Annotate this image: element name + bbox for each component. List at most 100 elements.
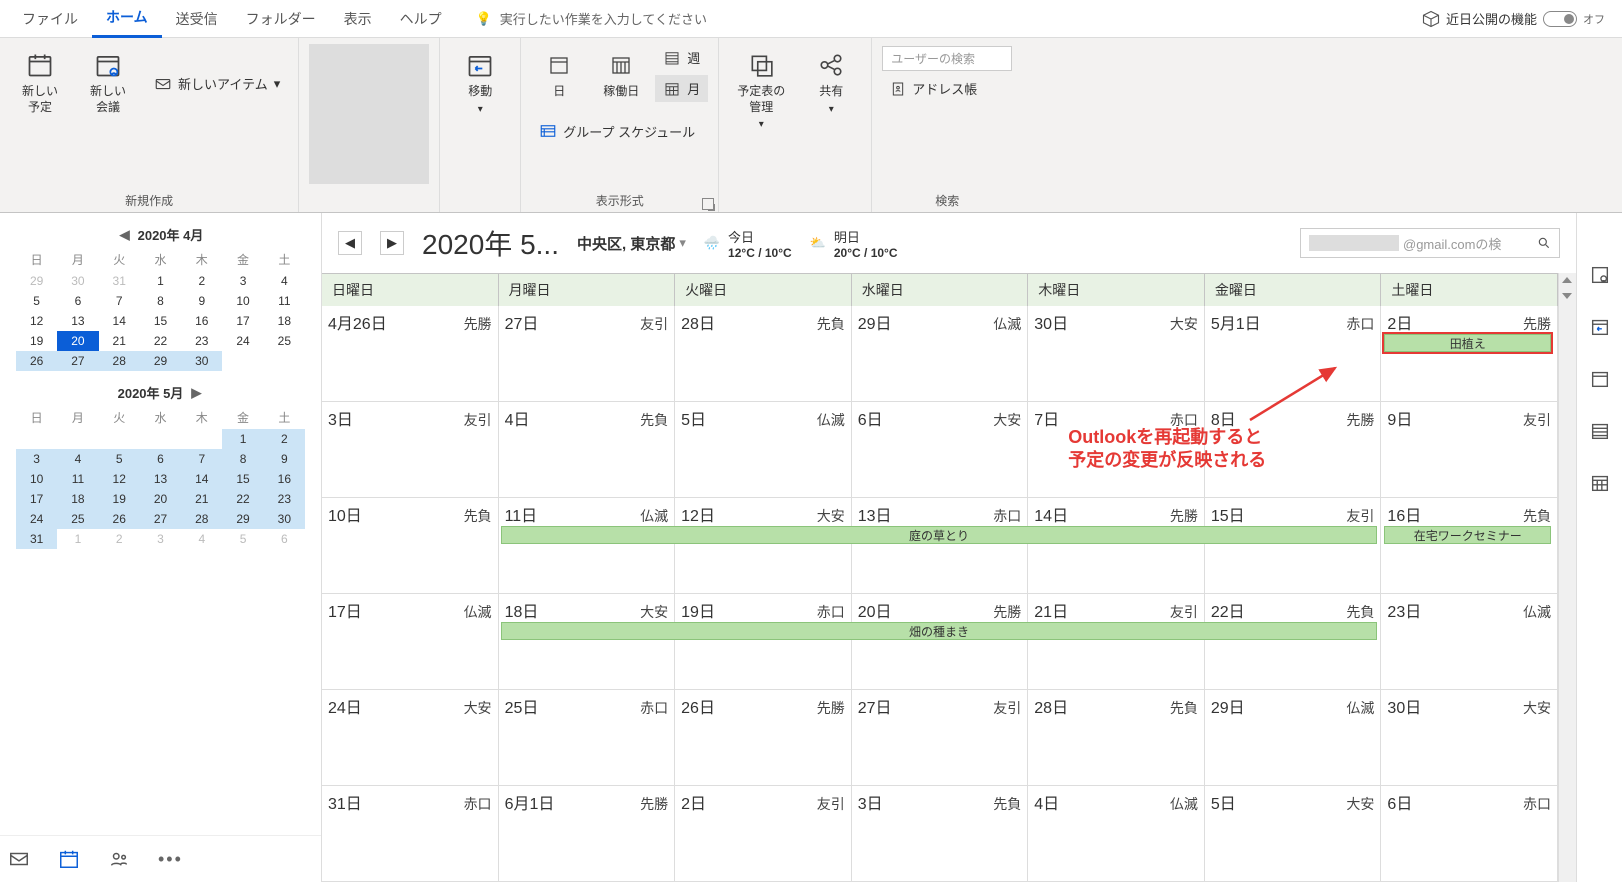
tab-folder[interactable]: フォルダー: [232, 1, 330, 37]
mini-cal-day[interactable]: 8: [140, 291, 181, 311]
mini-cal-day[interactable]: 6: [57, 291, 98, 311]
mini-cal-day[interactable]: 23: [264, 489, 305, 509]
mini-cal-day[interactable]: 9: [181, 291, 222, 311]
mini-cal-day[interactable]: 11: [57, 469, 98, 489]
new-meeting-button[interactable]: 新しい 会議: [78, 44, 138, 184]
calendar-day[interactable]: 21日友引: [1028, 594, 1205, 690]
mini-cal-day[interactable]: 15: [222, 469, 263, 489]
mini-cal-day[interactable]: 28: [181, 509, 222, 529]
calendar-day[interactable]: 9日友引: [1381, 402, 1558, 498]
tab-file[interactable]: ファイル: [8, 1, 92, 37]
new-appointment-button[interactable]: 新しい 予定: [10, 44, 70, 184]
new-item-button[interactable]: 新しいアイテム ▾: [146, 70, 288, 97]
tab-view[interactable]: 表示: [330, 1, 386, 37]
calendar-day[interactable]: 25日赤口: [499, 690, 676, 786]
mini-cal-day[interactable]: 19: [99, 489, 140, 509]
calendar-day[interactable]: 8日先勝: [1205, 402, 1382, 498]
event-zaitaku[interactable]: 在宅ワークセミナー: [1384, 526, 1551, 544]
rail-day-icon[interactable]: [1588, 367, 1612, 391]
mini-cal-day[interactable]: 20: [57, 331, 98, 351]
calendar-day[interactable]: 5月1日赤口: [1205, 306, 1382, 402]
calendar-day[interactable]: 4日仏滅: [1028, 786, 1205, 882]
mini-cal-day[interactable]: 29: [222, 509, 263, 529]
calendar-day[interactable]: 2日友引: [675, 786, 852, 882]
mini-cal-day[interactable]: 20: [140, 489, 181, 509]
people-icon[interactable]: [108, 848, 130, 870]
mini-cal-day[interactable]: 17: [222, 311, 263, 331]
calendar-day[interactable]: 12日大安: [675, 498, 852, 594]
mini-cal-day[interactable]: 2: [181, 271, 222, 291]
mini-cal-day[interactable]: 10: [16, 469, 57, 489]
dialog-launcher[interactable]: [702, 196, 714, 210]
mini-cal-day[interactable]: 30: [57, 271, 98, 291]
mini-cal-day[interactable]: 21: [99, 331, 140, 351]
mini-cal-day[interactable]: 7: [99, 291, 140, 311]
calendar-day[interactable]: 11日仏滅: [499, 498, 676, 594]
mini-cal-day[interactable]: 3: [140, 529, 181, 549]
calendar-day[interactable]: 17日仏滅: [322, 594, 499, 690]
mini-cal-day[interactable]: 7: [181, 449, 222, 469]
calendar-day[interactable]: 3日友引: [322, 402, 499, 498]
next-button[interactable]: ▶: [380, 231, 404, 255]
event-hatake[interactable]: 畑の種まき: [501, 622, 1378, 640]
tab-home[interactable]: ホーム: [92, 0, 162, 38]
mail-icon[interactable]: [8, 848, 30, 870]
group-schedule-button[interactable]: グループ スケジュール: [531, 118, 708, 145]
calendar-day[interactable]: 29日仏滅: [1205, 690, 1382, 786]
coming-soon[interactable]: 近日公開の機能 オフ: [1413, 4, 1614, 33]
event-niwa[interactable]: 庭の草とり: [501, 526, 1378, 544]
mini-cal-day[interactable]: 2: [99, 529, 140, 549]
prev-button[interactable]: ◀: [338, 231, 362, 255]
user-search-input[interactable]: ユーザーの検索: [882, 46, 1012, 71]
calendar-day[interactable]: 2日先勝: [1381, 306, 1558, 402]
month-view-button[interactable]: 月: [655, 75, 708, 102]
calendar-day[interactable]: 24日大安: [322, 690, 499, 786]
week-view-button[interactable]: 週: [655, 44, 708, 71]
tellme[interactable]: 💡 実行したい作業を入力してください: [476, 9, 707, 28]
calendar-day[interactable]: 10日先負: [322, 498, 499, 594]
calendar-day[interactable]: 7日赤口: [1028, 402, 1205, 498]
mini-cal-day[interactable]: 28: [99, 351, 140, 371]
mini-cal-day[interactable]: 6: [264, 529, 305, 549]
mini-cal-day[interactable]: 25: [264, 331, 305, 351]
day-view-button[interactable]: 日: [531, 44, 587, 106]
rail-week-icon[interactable]: [1588, 419, 1612, 443]
calendar-day[interactable]: 30日大安: [1028, 306, 1205, 402]
calendar-day[interactable]: 5日大安: [1205, 786, 1382, 882]
mini-cal-day[interactable]: 22: [222, 489, 263, 509]
mini-cal-day[interactable]: 17: [16, 489, 57, 509]
mini-cal-day[interactable]: 13: [140, 469, 181, 489]
workday-view-button[interactable]: 稼働日: [593, 44, 649, 106]
more-icon[interactable]: •••: [158, 849, 183, 870]
calendar-day[interactable]: 27日友引: [852, 690, 1029, 786]
coming-toggle[interactable]: [1543, 11, 1577, 27]
mini-cal-day[interactable]: 10: [222, 291, 263, 311]
calendar-day[interactable]: 20日先勝: [852, 594, 1029, 690]
calendar-day[interactable]: 5日仏滅: [675, 402, 852, 498]
mini-cal-day[interactable]: 14: [181, 469, 222, 489]
mini-cal-day[interactable]: 2: [264, 429, 305, 449]
calendar-day[interactable]: 31日赤口: [322, 786, 499, 882]
mini-cal-day[interactable]: 3: [16, 449, 57, 469]
calendar-day[interactable]: 4月26日先勝: [322, 306, 499, 402]
mini-cal-day[interactable]: 9: [264, 449, 305, 469]
prev-month-button[interactable]: ◀: [118, 228, 132, 242]
calendar-search-input[interactable]: @gmail.comの検: [1300, 228, 1560, 258]
mini-cal-day[interactable]: 19: [16, 331, 57, 351]
calendar-day[interactable]: 6月1日先勝: [499, 786, 676, 882]
calendar-day[interactable]: 6日赤口: [1381, 786, 1558, 882]
calendar-day[interactable]: 18日大安: [499, 594, 676, 690]
calendar-day[interactable]: 13日赤口: [852, 498, 1029, 594]
location-label[interactable]: 中央区, 東京都: [577, 233, 675, 254]
rail-today-icon[interactable]: [1588, 315, 1612, 339]
mini-cal-day[interactable]: 29: [140, 351, 181, 371]
move-button[interactable]: 移動 ▾: [450, 44, 510, 184]
mini-cal-day[interactable]: 26: [16, 351, 57, 371]
calendar-day[interactable]: 27日友引: [499, 306, 676, 402]
mini-cal-day[interactable]: 1: [140, 271, 181, 291]
mini-cal-day[interactable]: 5: [16, 291, 57, 311]
mini-cal-day[interactable]: 4: [57, 449, 98, 469]
rail-month-icon[interactable]: [1588, 471, 1612, 495]
mini-cal-day[interactable]: 4: [181, 529, 222, 549]
tab-help[interactable]: ヘルプ: [386, 1, 456, 37]
